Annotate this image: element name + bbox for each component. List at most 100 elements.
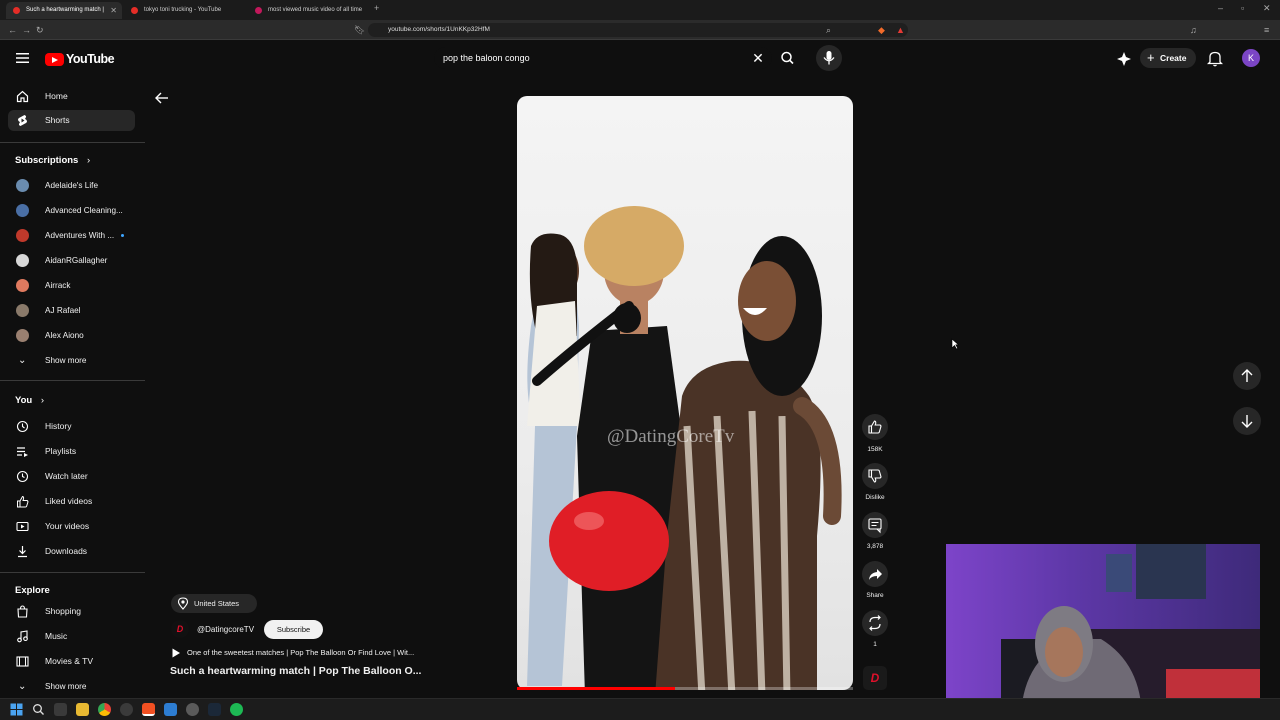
shorts-video-player[interactable]: @DatingCoreTv (517, 96, 853, 690)
video-progress-bar[interactable] (517, 687, 853, 690)
close-window-icon[interactable]: ✕ (1263, 0, 1271, 18)
comments-button[interactable] (862, 512, 888, 538)
chevron-down-icon: ⌄ (18, 681, 27, 692)
sidebar-item-liked-videos[interactable]: Liked videos (8, 491, 135, 512)
subscriptions-heading-label: Subscriptions (15, 155, 79, 166)
like-button[interactable] (862, 414, 888, 440)
sidebar-item-downloads[interactable]: Downloads (8, 541, 135, 562)
balloon-highlight (574, 512, 604, 530)
history-icon (16, 420, 29, 433)
brave-browser-icon[interactable] (142, 703, 155, 716)
mouse-cursor-icon (951, 338, 959, 350)
brave-rewards-icon[interactable]: ▲ (896, 20, 905, 40)
browser-tab[interactable]: most viewed music video of all time (248, 2, 366, 19)
search-icon (781, 51, 794, 65)
spotify-icon[interactable] (230, 703, 243, 716)
channel-avatar (16, 204, 29, 217)
minimize-window-icon[interactable]: – (1218, 0, 1223, 18)
voice-search-button[interactable] (816, 45, 842, 71)
taskbar-app-icon[interactable] (186, 703, 199, 716)
sidebar-subscription[interactable]: Airrack (8, 275, 135, 296)
channel-avatar (16, 254, 29, 267)
music-extension-icon[interactable]: ♫ (1190, 20, 1197, 40)
sidebar-item-movies[interactable]: Movies & TV (8, 651, 135, 672)
channel-handle[interactable]: @DatingcoreTV (197, 625, 254, 634)
chrome-icon[interactable] (98, 703, 111, 716)
new-tab-icon[interactable]: + (374, 0, 379, 18)
arrow-up-icon (1241, 369, 1253, 382)
subscriptions-heading[interactable]: Subscriptions › (15, 155, 90, 166)
music-icon (17, 630, 28, 643)
brave-shield-icon[interactable]: ◆ (878, 20, 885, 40)
back-icon[interactable]: ← (8, 20, 17, 40)
shorts-icon (18, 115, 27, 126)
sidebar-item-label: History (45, 421, 72, 431)
channel-thumbnail-badge[interactable]: D (863, 666, 887, 690)
clear-search-icon[interactable]: ✕ (750, 47, 766, 69)
youtube-logo[interactable]: YouTube (45, 51, 115, 67)
short-description[interactable]: One of the sweetest matches | Pop The Ba… (187, 648, 452, 657)
sidebar-subscription[interactable]: Advanced Cleaning... (8, 200, 135, 221)
next-short-button[interactable] (1233, 407, 1261, 435)
task-view-icon[interactable] (54, 703, 67, 716)
steam-icon[interactable] (208, 703, 221, 716)
sidebar-item-your-videos[interactable]: Your videos (8, 516, 135, 537)
forward-icon[interactable]: → (22, 20, 31, 40)
account-avatar[interactable]: K (1242, 49, 1260, 67)
search-button[interactable] (774, 47, 802, 69)
sidebar-item-shopping[interactable]: Shopping (8, 601, 135, 622)
bookmark-icon[interactable]: 🔖︎ (354, 20, 365, 40)
sidebar-item-music[interactable]: Music (8, 626, 135, 647)
sidebar-subscription[interactable]: Adventures With ... (8, 225, 135, 246)
sidebar-item-watch-later[interactable]: Watch later (8, 466, 135, 487)
restore-window-icon[interactable]: ▫ (1241, 0, 1244, 18)
taskbar-search-icon[interactable] (32, 703, 45, 716)
explore-show-more[interactable]: ⌄ Show more (8, 676, 135, 697)
channel-avatar[interactable]: D (171, 620, 189, 638)
subscribe-button[interactable]: Subscribe (264, 620, 323, 639)
share-button[interactable] (862, 561, 888, 587)
sidebar-item-label: Shopping (45, 606, 81, 616)
create-button[interactable]: + Create (1140, 48, 1196, 68)
back-arrow-icon[interactable] (153, 90, 171, 106)
sidebar-item-label: Shorts (45, 115, 70, 125)
sidebar: Home Shorts Subscriptions › Adelaide's L… (0, 78, 146, 698)
video-watermark: @DatingCoreTv (607, 426, 735, 447)
subscription-label: AidanRGallagher (45, 256, 108, 265)
sidebar-subscription[interactable]: Alex Aiono (8, 325, 135, 346)
sidebar-subscription[interactable]: AidanRGallagher (8, 250, 135, 271)
sidebar-subscription[interactable]: Adelaide's Life (8, 175, 135, 196)
avatar-letter: K (1247, 53, 1254, 63)
zoom-icon[interactable]: ⌕ (826, 20, 831, 40)
browser-tab[interactable]: tokyo toni trucking - YouTube (124, 2, 242, 19)
sidebar-item-label: Music (45, 631, 68, 641)
location-chip[interactable]: United States (171, 594, 257, 613)
search-input[interactable]: pop the baloon congo (434, 47, 772, 69)
sidebar-subscription[interactable]: AJ Rafael (8, 300, 135, 321)
previous-short-button[interactable] (1233, 362, 1261, 390)
studio-sparkle-icon[interactable] (1116, 51, 1132, 67)
windows-start-icon[interactable] (10, 703, 23, 716)
sidebar-item-label: Watch later (45, 471, 88, 481)
notifications-bell-icon[interactable] (1207, 50, 1223, 67)
you-heading[interactable]: You › (15, 395, 44, 406)
sidebar-item-home[interactable]: Home (8, 86, 135, 107)
close-tab-icon[interactable]: ✕ (110, 2, 117, 19)
sidebar-item-history[interactable]: History (8, 416, 135, 437)
reload-icon[interactable]: ↻ (36, 20, 44, 40)
browser-tab-active[interactable]: Such a heartwarming match | ✕ (6, 2, 122, 19)
hamburger-menu-icon[interactable] (16, 52, 29, 64)
sidebar-divider (0, 572, 145, 573)
sidebar-item-shorts[interactable]: Shorts (8, 110, 135, 131)
sidebar-item-playlists[interactable]: Playlists (8, 441, 135, 462)
taskbar-app-icon[interactable] (164, 703, 177, 716)
short-title[interactable]: Such a heartwarming match | Pop The Ball… (170, 665, 455, 677)
subscriptions-show-more[interactable]: ⌄ Show more (8, 350, 135, 371)
sidebar-item-label: Movies & TV (45, 656, 94, 666)
remix-button[interactable] (862, 610, 888, 636)
file-explorer-icon[interactable] (76, 703, 89, 716)
movies-icon (16, 656, 29, 667)
browser-menu-icon[interactable]: ≡ (1264, 20, 1269, 40)
taskbar-app-icon[interactable] (120, 703, 133, 716)
dislike-button[interactable] (862, 463, 888, 489)
